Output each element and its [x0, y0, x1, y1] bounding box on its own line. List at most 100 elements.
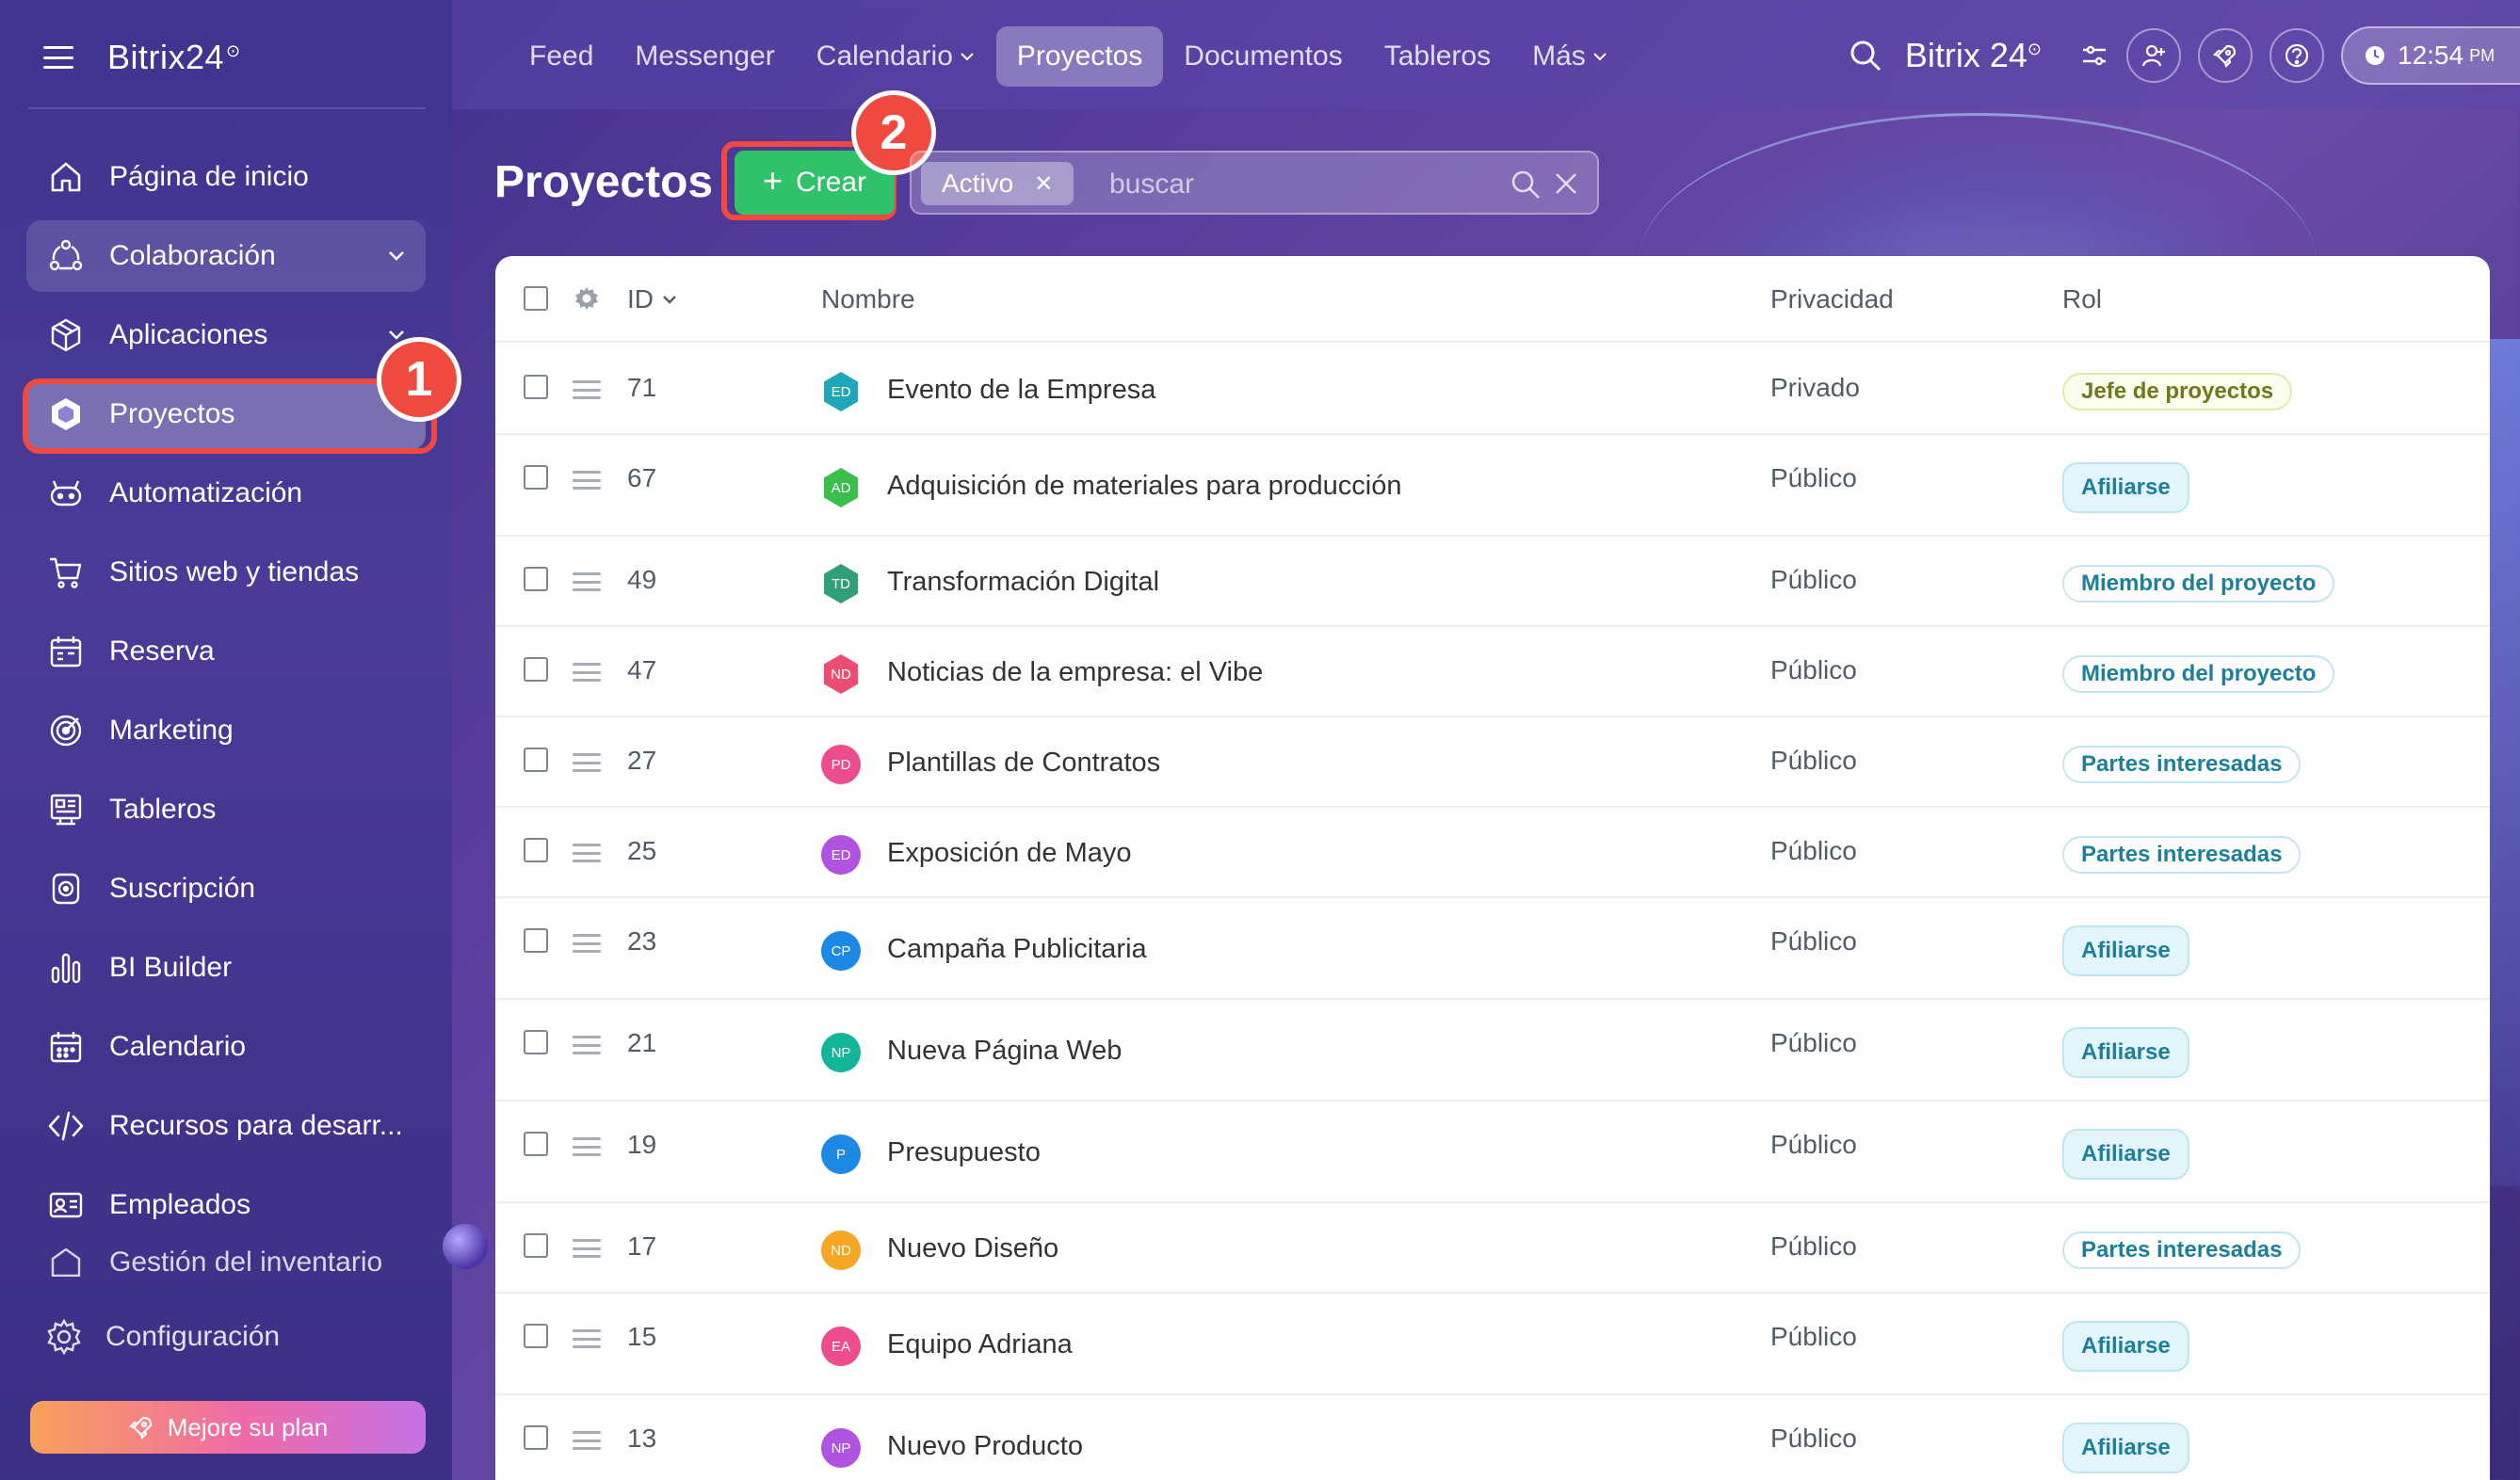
join-button[interactable]: Afiliarse: [2062, 1027, 2189, 1078]
project-name-link[interactable]: Presupuesto: [887, 1137, 1041, 1168]
search-icon[interactable]: [1509, 168, 1543, 201]
project-name-link[interactable]: Nuevo Producto: [887, 1431, 1083, 1462]
upgrade-plan-button[interactable]: Mejore su plan: [30, 1401, 426, 1454]
project-name-link[interactable]: Equipo Adriana: [887, 1329, 1073, 1360]
sidebar-item-inventory[interactable]: Gestión del inventario: [26, 1248, 426, 1277]
tab-messenger[interactable]: Messenger: [614, 26, 795, 87]
tab-calendar[interactable]: Calendario: [796, 26, 996, 87]
drag-handle-icon[interactable]: [573, 934, 601, 953]
project-name-link[interactable]: Campaña Publicitaria: [887, 934, 1147, 965]
row-checkbox[interactable]: [524, 375, 548, 399]
sidebar-item-bi-builder[interactable]: BI Builder: [26, 932, 426, 1004]
menu-icon[interactable]: [43, 46, 73, 69]
project-name-link[interactable]: Exposición de Mayo: [887, 838, 1132, 869]
row-checkbox[interactable]: [524, 1233, 548, 1258]
tab-boards[interactable]: Tableros: [1364, 26, 1511, 87]
project-name-link[interactable]: Evento de la Empresa: [887, 375, 1155, 406]
table-row[interactable]: 71 ED Evento de la Empresa Privado Jefe de p…: [495, 345, 2490, 435]
filter-chip-active[interactable]: Activo ✕: [921, 162, 1074, 205]
sidebar-item-automation[interactable]: Automatización: [26, 458, 426, 529]
drag-handle-icon[interactable]: [573, 1329, 601, 1348]
table-row[interactable]: 17 ND Nuevo Diseño Público Partes interesada…: [495, 1203, 2490, 1294]
filter-search-bar[interactable]: Activo ✕: [910, 151, 1599, 215]
column-privacy[interactable]: Privacidad: [1770, 284, 1894, 314]
close-icon[interactable]: ✕: [1034, 170, 1053, 198]
sidebar-item-marketing[interactable]: Marketing: [26, 695, 426, 766]
drag-handle-icon[interactable]: [573, 1036, 601, 1054]
column-role[interactable]: Rol: [2062, 284, 2102, 314]
join-button[interactable]: Afiliarse: [2062, 1321, 2189, 1372]
row-checkbox[interactable]: [524, 838, 548, 862]
gear-icon[interactable]: [573, 284, 601, 313]
sidebar-item-collaboration[interactable]: Colaboración: [26, 220, 426, 292]
sidebar-item-projects[interactable]: Proyectos: [26, 378, 426, 450]
column-id[interactable]: ID: [627, 284, 678, 314]
project-name-link[interactable]: Transformación Digital: [887, 567, 1159, 598]
table-row[interactable]: 21 NP Nueva Página Web Público Afiliarse: [495, 1000, 2490, 1102]
sidebar-item-subscription[interactable]: Suscripción: [26, 853, 426, 925]
row-checkbox[interactable]: [524, 567, 548, 591]
join-button[interactable]: Afiliarse: [2062, 462, 2189, 513]
sidebar-item-employees[interactable]: Empleados: [26, 1169, 426, 1241]
project-name-link[interactable]: Adquisición de materiales para producció…: [887, 471, 1401, 502]
tab-projects[interactable]: Proyectos: [995, 26, 1164, 87]
chevron-down-icon[interactable]: [386, 245, 407, 265]
row-checkbox[interactable]: [524, 465, 548, 490]
drag-handle-icon[interactable]: [573, 380, 601, 399]
table-row[interactable]: 19 P Presupuesto Público Afiliarse: [495, 1102, 2490, 1203]
column-name[interactable]: Nombre: [821, 284, 915, 314]
sidebar-item-booking[interactable]: Reserva: [26, 616, 426, 687]
project-name-link[interactable]: Nuevo Diseño: [887, 1233, 1058, 1264]
project-name-link[interactable]: Noticias de la empresa: el Vibe: [887, 657, 1263, 688]
tab-more[interactable]: Más: [1511, 26, 1629, 87]
drag-handle-icon[interactable]: [573, 471, 601, 490]
table-row[interactable]: 49 TD Transformación Digital Público Miembro…: [495, 537, 2490, 627]
table-row[interactable]: 67 AD Adquisición de materiales para produ…: [495, 435, 2490, 537]
clock-widget[interactable]: 12:54 PM: [2341, 26, 2520, 85]
row-checkbox[interactable]: [524, 1324, 548, 1348]
table-row[interactable]: 47 ND Noticias de la empresa: el Vibe Públi…: [495, 627, 2490, 717]
sidebar-item-sites[interactable]: Sitios web y tiendas: [26, 537, 426, 608]
drag-handle-icon[interactable]: [573, 572, 601, 591]
project-name-link[interactable]: Plantillas de Contratos: [887, 748, 1160, 779]
sidebar-item-calendar[interactable]: Calendario: [26, 1011, 426, 1083]
row-checkbox[interactable]: [524, 1030, 548, 1054]
row-checkbox[interactable]: [524, 748, 548, 772]
drag-handle-icon[interactable]: [573, 1239, 601, 1258]
table-row[interactable]: 13 NP Nuevo Producto Público Afiliarse: [495, 1395, 2490, 1480]
join-button[interactable]: Afiliarse: [2062, 1129, 2189, 1180]
join-button[interactable]: Afiliarse: [2062, 925, 2189, 976]
sidebar-item-home[interactable]: Página de inicio: [26, 141, 426, 213]
row-checkbox[interactable]: [524, 1425, 548, 1450]
sidebar-item-settings[interactable]: Configuración: [45, 1318, 280, 1356]
drag-handle-icon[interactable]: [573, 1137, 601, 1156]
table-row[interactable]: 27 PD Plantillas de Contratos Público Partes…: [495, 717, 2490, 808]
row-checkbox[interactable]: [524, 928, 548, 953]
search-icon[interactable]: [1847, 37, 1884, 74]
drag-handle-icon[interactable]: [573, 844, 601, 862]
rocket-button[interactable]: [2198, 28, 2253, 83]
drag-handle-icon[interactable]: [573, 663, 601, 682]
invite-user-button[interactable]: [2126, 28, 2181, 83]
select-all-checkbox[interactable]: [524, 286, 548, 311]
tab-documents[interactable]: Documentos: [1163, 26, 1363, 87]
table-row[interactable]: 23 CP Campaña Publicitaria Público Afiliarse: [495, 898, 2490, 1000]
row-checkbox[interactable]: [524, 657, 548, 682]
brand-logo[interactable]: Bitrix24 ⊙: [107, 38, 241, 77]
sidebar-item-dev-resources[interactable]: Recursos para desarr...: [26, 1090, 426, 1162]
table-row[interactable]: 25 ED Exposición de Mayo Público Partes inte…: [495, 808, 2490, 898]
tab-feed[interactable]: Feed: [509, 26, 614, 87]
sliders-icon[interactable]: [2079, 40, 2109, 71]
row-id: 15: [627, 1322, 657, 1351]
sidebar-item-boards[interactable]: Tableros: [26, 774, 426, 845]
join-button[interactable]: Afiliarse: [2062, 1423, 2189, 1473]
project-name-link[interactable]: Nueva Página Web: [887, 1036, 1122, 1067]
search-input[interactable]: [1109, 164, 1448, 205]
drag-handle-icon[interactable]: [573, 1431, 601, 1450]
table-row[interactable]: 15 EA Equipo Adriana Público Afiliarse: [495, 1294, 2490, 1395]
help-button[interactable]: [2270, 28, 2324, 83]
sidebar-item-apps[interactable]: Aplicaciones: [26, 299, 426, 371]
drag-handle-icon[interactable]: [573, 753, 601, 772]
clear-icon[interactable]: [1552, 169, 1580, 198]
row-checkbox[interactable]: [524, 1132, 548, 1156]
